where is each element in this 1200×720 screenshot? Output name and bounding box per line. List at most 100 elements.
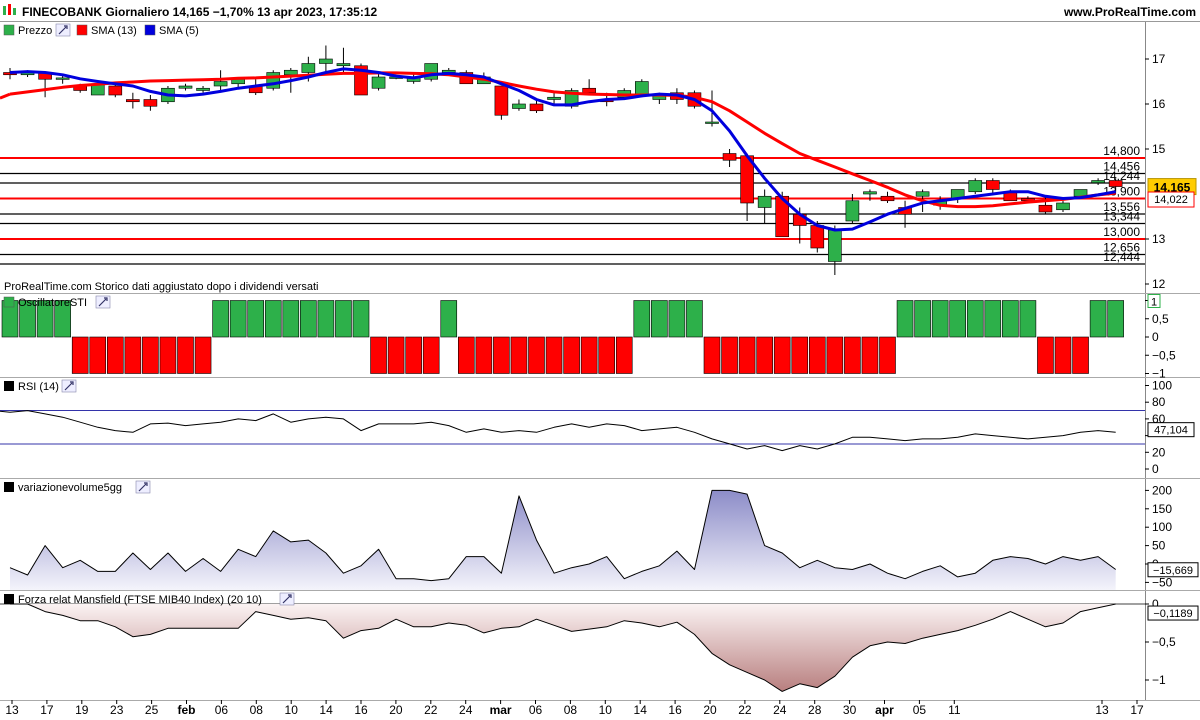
x-tick-label: 24 bbox=[773, 703, 787, 717]
candle[interactable] bbox=[950, 189, 965, 204]
candle-body bbox=[1091, 180, 1105, 184]
candle[interactable] bbox=[38, 71, 52, 98]
rsi-panel[interactable]: 100806020047,104 bbox=[0, 379, 1195, 477]
sti-bar[interactable] bbox=[422, 336, 440, 374]
sti-bar[interactable] bbox=[475, 336, 493, 374]
candle[interactable] bbox=[985, 178, 1000, 194]
candle[interactable] bbox=[880, 191, 895, 203]
candle[interactable] bbox=[494, 85, 509, 120]
candle-body bbox=[512, 103, 526, 109]
mansfield-panel[interactable]: 0−0,5−1−0,1189 bbox=[0, 597, 1199, 692]
sti-bar[interactable] bbox=[984, 300, 1002, 338]
y-tick-label: 0 bbox=[1152, 462, 1159, 476]
sti-bar[interactable] bbox=[598, 336, 616, 374]
wrench-icon[interactable] bbox=[55, 23, 71, 37]
sti-bar[interactable] bbox=[510, 336, 528, 374]
sti-bar[interactable] bbox=[615, 336, 633, 374]
candle[interactable] bbox=[371, 72, 386, 91]
candle-body bbox=[880, 195, 895, 202]
sti-bar[interactable] bbox=[826, 336, 844, 374]
sti-bar[interactable] bbox=[773, 336, 791, 374]
sti-bar[interactable] bbox=[89, 336, 107, 374]
candle[interactable] bbox=[354, 63, 368, 96]
sti-bar[interactable] bbox=[545, 336, 563, 374]
sti-bar[interactable] bbox=[861, 336, 879, 374]
sti-bar[interactable] bbox=[71, 336, 89, 374]
sti-panel[interactable]: 0,50−0,5−11 bbox=[1, 294, 1176, 381]
candle[interactable] bbox=[1056, 200, 1070, 212]
sti-bar[interactable] bbox=[1089, 300, 1107, 338]
wrench-icon[interactable] bbox=[95, 295, 111, 309]
sti-bar[interactable] bbox=[317, 300, 335, 338]
sti-bar[interactable] bbox=[1072, 336, 1089, 374]
sti-bar[interactable] bbox=[896, 300, 914, 338]
sti-bar[interactable] bbox=[440, 300, 458, 338]
sti-bar[interactable] bbox=[580, 336, 598, 374]
sti-bar[interactable] bbox=[528, 336, 545, 374]
candle[interactable] bbox=[512, 99, 526, 111]
sti-bar[interactable] bbox=[1019, 300, 1037, 338]
y-tick-label: −1 bbox=[1152, 673, 1166, 687]
sti-bar[interactable] bbox=[633, 300, 651, 338]
sti-bar[interactable] bbox=[159, 336, 177, 374]
sti-bar[interactable] bbox=[703, 336, 721, 374]
candle[interactable] bbox=[143, 95, 158, 111]
sti-bar[interactable] bbox=[651, 300, 668, 338]
candle[interactable] bbox=[319, 45, 333, 73]
sti-bar[interactable] bbox=[264, 300, 282, 338]
mansfield-area bbox=[10, 604, 1116, 692]
candle[interactable] bbox=[126, 92, 140, 109]
sti-bar[interactable] bbox=[808, 336, 826, 374]
sti-bar[interactable] bbox=[405, 336, 422, 374]
sti-bar[interactable] bbox=[931, 300, 949, 338]
sti-bar[interactable] bbox=[686, 300, 703, 338]
sti-bar[interactable] bbox=[949, 300, 967, 338]
x-tick-label: 20 bbox=[703, 703, 717, 717]
sti-bar[interactable] bbox=[247, 300, 264, 338]
sti-bar[interactable] bbox=[721, 336, 738, 374]
sti-bar[interactable] bbox=[738, 336, 756, 374]
wrench-icon[interactable] bbox=[61, 379, 77, 393]
sti-bar[interactable] bbox=[387, 336, 405, 374]
volume-variation-panel[interactable]: 200150100500−50−15,669 bbox=[9, 483, 1199, 590]
sti-bar[interactable] bbox=[300, 300, 317, 338]
sti-bar[interactable] bbox=[142, 336, 159, 374]
sti-bar[interactable] bbox=[563, 336, 580, 374]
sti-bar[interactable] bbox=[791, 336, 809, 374]
sti-bar[interactable] bbox=[493, 336, 510, 374]
candle[interactable] bbox=[722, 149, 737, 167]
sti-bar[interactable] bbox=[756, 336, 773, 374]
sti-bar[interactable] bbox=[668, 300, 686, 338]
sti-bar[interactable] bbox=[370, 336, 387, 374]
candle[interactable] bbox=[757, 189, 772, 224]
rsi-line bbox=[9, 410, 1116, 452]
sti-bar[interactable] bbox=[107, 336, 124, 374]
x-tick-label: 08 bbox=[564, 703, 578, 717]
sti-bar[interactable] bbox=[194, 336, 212, 374]
sti-bar[interactable] bbox=[229, 300, 247, 338]
sti-bar[interactable] bbox=[282, 300, 300, 338]
wrench-icon[interactable] bbox=[135, 480, 151, 494]
sti-bar[interactable] bbox=[1037, 336, 1054, 374]
sti-bar[interactable] bbox=[914, 300, 931, 338]
price-panel[interactable]: 14,80014,45614,24413,90013,55613,34413,0… bbox=[0, 45, 1197, 292]
candle[interactable] bbox=[968, 178, 983, 194]
sti-bar[interactable] bbox=[124, 336, 142, 374]
sti-bar[interactable] bbox=[212, 300, 229, 338]
candle-body bbox=[828, 229, 842, 262]
sti-bar[interactable] bbox=[879, 336, 896, 374]
wrench-icon[interactable] bbox=[279, 592, 295, 606]
sti-bar[interactable] bbox=[1002, 300, 1019, 338]
sti-bar[interactable] bbox=[966, 300, 984, 338]
sti-bar[interactable] bbox=[844, 336, 861, 374]
candle[interactable] bbox=[196, 86, 210, 93]
sti-bar[interactable] bbox=[335, 300, 352, 338]
candle[interactable] bbox=[266, 70, 281, 91]
sti-bar[interactable] bbox=[457, 336, 475, 374]
sti-bar[interactable] bbox=[352, 300, 370, 338]
candle[interactable] bbox=[178, 83, 193, 91]
sti-bar[interactable] bbox=[177, 336, 194, 374]
sti-bar[interactable] bbox=[1107, 300, 1124, 338]
candle[interactable] bbox=[828, 225, 842, 276]
sti-bar[interactable] bbox=[1054, 336, 1072, 374]
